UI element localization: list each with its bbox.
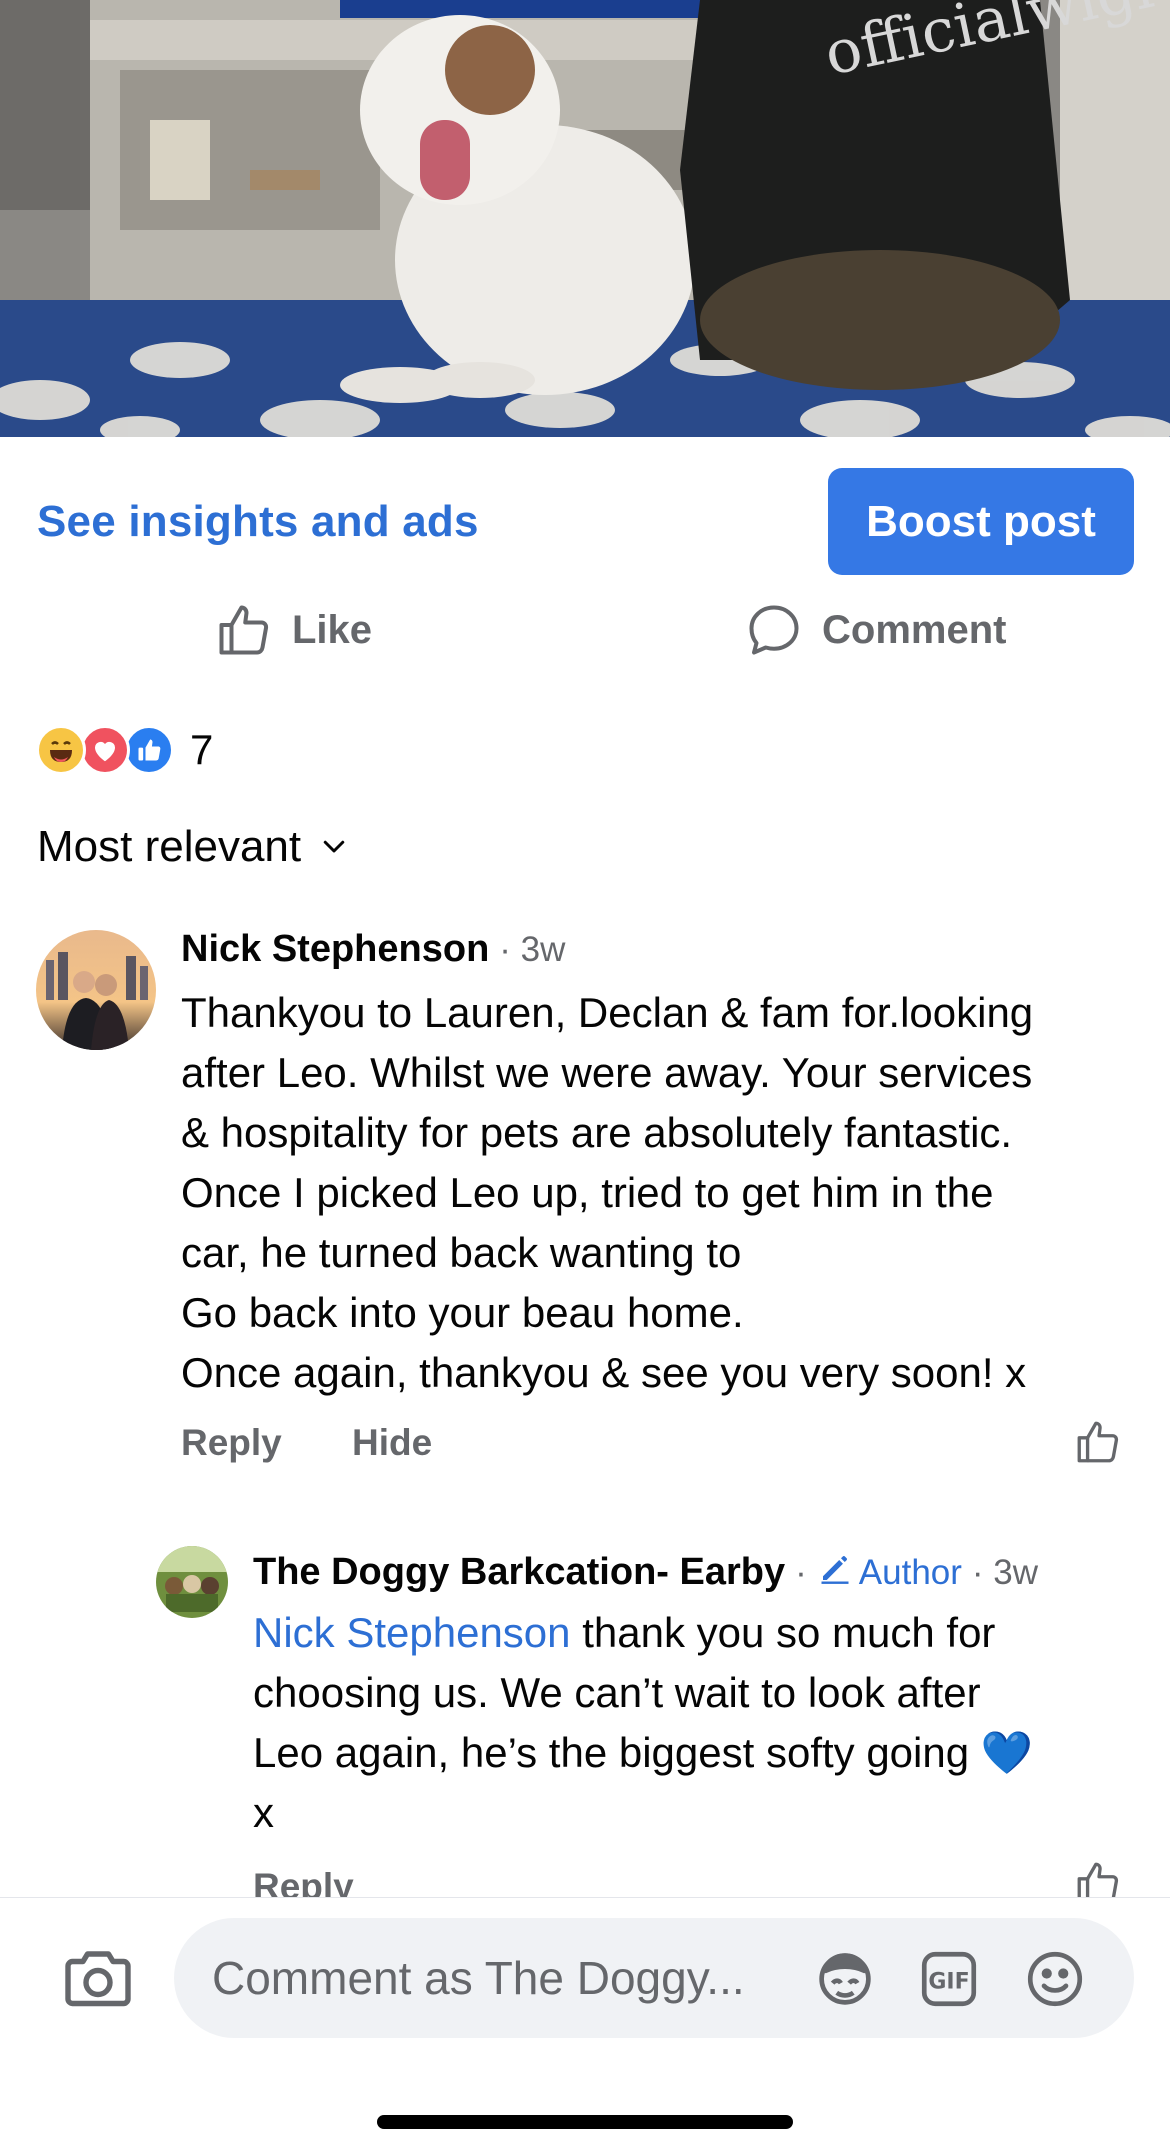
comment-input[interactable]: Comment as The Doggy... GIF bbox=[174, 1918, 1134, 2038]
boost-post-button[interactable]: Boost post bbox=[828, 468, 1134, 575]
comment-line: car, he turned back wanting to bbox=[181, 1229, 742, 1276]
comment-time: · 3w bbox=[499, 930, 566, 969]
camera-icon[interactable] bbox=[62, 1946, 134, 2015]
haha-reaction-icon bbox=[36, 725, 86, 775]
comment-text-first: thank you so much for bbox=[570, 1609, 996, 1656]
comment-text: Nick Stephenson thank you so much for ch… bbox=[253, 1603, 1143, 1843]
like-reaction-icon bbox=[124, 725, 174, 775]
comment-line: after Leo. Whilst we were away. Your ser… bbox=[181, 1049, 1033, 1096]
comment-text: Thankyou to Lauren, Declan & fam for.loo… bbox=[181, 983, 1141, 1403]
comment-line: Nick Stephenson thank you so much for bbox=[253, 1603, 1143, 1663]
comment-header: Nick Stephenson · 3w bbox=[181, 928, 565, 971]
comment-button[interactable]: Comment bbox=[744, 590, 1006, 670]
like-label: Like bbox=[292, 607, 373, 652]
comment-line: Thankyou to Lauren, Declan & fam for.loo… bbox=[181, 989, 1034, 1036]
chevron-down-icon bbox=[319, 822, 349, 872]
avatar-sticker-icon[interactable] bbox=[812, 1946, 878, 2017]
comment-bubble-icon bbox=[744, 600, 804, 660]
separator: · bbox=[795, 1552, 807, 1592]
svg-text:GIF: GIF bbox=[928, 1970, 969, 1995]
comment-time: · 3w bbox=[971, 1552, 1039, 1592]
comment-header: The Doggy Barkcation- Earby · Author · 3… bbox=[253, 1550, 1038, 1595]
comment-line: Once I picked Leo up, tried to get him i… bbox=[181, 1169, 994, 1216]
reply-button[interactable]: Reply bbox=[181, 1422, 282, 1464]
mention-link[interactable]: Nick Stephenson bbox=[253, 1609, 571, 1656]
author-badge-label: Author bbox=[858, 1552, 962, 1592]
like-button[interactable]: Like bbox=[214, 590, 372, 670]
comment-line: choosing us. We can’t wait to look after bbox=[253, 1669, 981, 1716]
thumbs-up-icon[interactable] bbox=[1073, 1417, 1123, 1472]
reaction-count: 7 bbox=[190, 726, 214, 773]
hide-button[interactable]: Hide bbox=[352, 1422, 432, 1464]
comment-line: x bbox=[253, 1789, 274, 1836]
post-action-bar: Like Comment bbox=[0, 590, 1170, 670]
comment-line: & hospitality for pets are absolutely fa… bbox=[181, 1109, 1013, 1156]
comment-line: Once again, thankyou & see you very soon… bbox=[181, 1349, 1027, 1396]
avatar[interactable] bbox=[156, 1546, 228, 1618]
pencil-icon bbox=[817, 1550, 853, 1595]
comment-author[interactable]: The Doggy Barkcation- Earby bbox=[253, 1551, 785, 1594]
comment-line: Go back into your beau home. bbox=[181, 1289, 744, 1336]
post-photo[interactable]: officialwigl bbox=[0, 0, 1170, 437]
see-insights-link[interactable]: See insights and ads bbox=[37, 497, 479, 547]
avatar[interactable] bbox=[36, 930, 156, 1050]
comment-author[interactable]: Nick Stephenson bbox=[181, 928, 489, 971]
thumbs-up-icon bbox=[214, 600, 274, 660]
comment-line: Leo again, he’s the biggest softy going … bbox=[253, 1729, 1034, 1776]
comment-input-placeholder: Comment as The Doggy... bbox=[212, 1952, 745, 2004]
reactions-summary[interactable]: 7 bbox=[36, 722, 213, 778]
comment-composer: Comment as The Doggy... GIF bbox=[0, 1897, 1170, 2156]
sort-label: Most relevant bbox=[37, 822, 302, 871]
love-reaction-icon bbox=[80, 725, 130, 775]
comment-label: Comment bbox=[822, 607, 1007, 652]
author-badge: Author bbox=[817, 1550, 962, 1595]
post-insights-row: See insights and ads Boost post bbox=[0, 437, 1170, 577]
home-indicator bbox=[377, 2115, 793, 2129]
gif-icon[interactable]: GIF bbox=[916, 1946, 982, 2017]
emoji-icon[interactable] bbox=[1022, 1946, 1088, 2017]
comment-sort-dropdown[interactable]: Most relevant bbox=[37, 822, 349, 872]
